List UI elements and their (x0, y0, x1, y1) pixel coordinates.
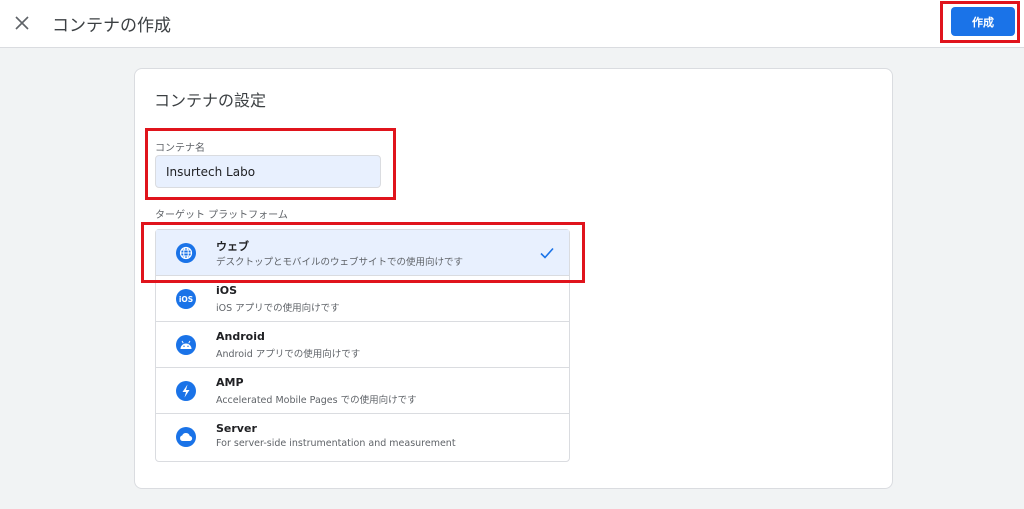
android-icon (176, 335, 196, 355)
ios-icon: iOS (176, 289, 196, 309)
platform-item-ios[interactable]: iOS iOS iOS アプリでの使用向けです (156, 276, 569, 322)
platform-description: iOS アプリでの使用向けです (216, 303, 340, 314)
platform-description: デスクトップとモバイルのウェブサイトでの使用向けです (216, 257, 464, 268)
container-name-label: コンテナ名 (155, 143, 205, 154)
check-icon (540, 247, 554, 259)
page-title: コンテナの作成 (52, 16, 171, 36)
container-name-input[interactable] (155, 155, 381, 188)
platform-name: iOS (216, 284, 238, 297)
platform-item-web[interactable]: ウェブ デスクトップとモバイルのウェブサイトでの使用向けです (156, 230, 569, 276)
platform-name: ウェブ (216, 240, 249, 253)
platform-description: Accelerated Mobile Pages での使用向けです (216, 395, 417, 406)
amp-icon (176, 381, 196, 401)
platform-item-amp[interactable]: AMP Accelerated Mobile Pages での使用向けです (156, 368, 569, 414)
target-platform-label: ターゲット プラットフォーム (155, 210, 288, 221)
platform-description: Android アプリでの使用向けです (216, 349, 361, 360)
cloud-icon (176, 427, 196, 447)
platform-item-android[interactable]: Android Android アプリでの使用向けです (156, 322, 569, 368)
top-bar: コンテナの作成 作成 (0, 0, 1024, 48)
create-button[interactable]: 作成 (951, 7, 1015, 36)
platform-list: ウェブ デスクトップとモバイルのウェブサイトでの使用向けです iOS iOS i… (155, 229, 570, 462)
globe-icon (176, 243, 196, 263)
close-icon[interactable] (11, 12, 33, 34)
platform-item-server[interactable]: Server For server-side instrumentation a… (156, 414, 569, 460)
card-title: コンテナの設定 (154, 91, 267, 110)
platform-description: For server-side instrumentation and meas… (216, 438, 456, 449)
platform-name: AMP (216, 376, 244, 389)
svg-text:iOS: iOS (179, 295, 193, 304)
platform-name: Android (216, 330, 265, 343)
platform-name: Server (216, 422, 257, 435)
